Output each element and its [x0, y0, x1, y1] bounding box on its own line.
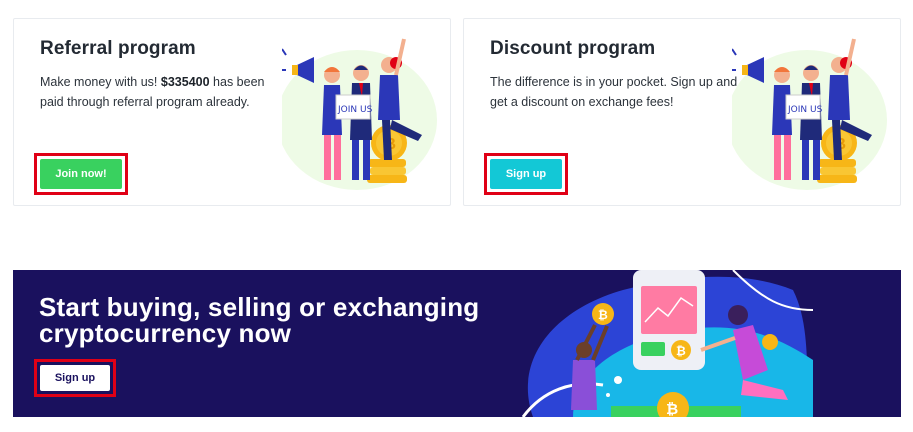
- banner-title: Start buying, selling or exchanging cryp…: [39, 292, 480, 348]
- join-now-highlight: Join now!: [34, 153, 128, 195]
- banner-sign-up-button[interactable]: Sign up: [40, 365, 110, 391]
- referral-program-description: Make money with us! $335400 has been pai…: [40, 72, 290, 112]
- svg-text:JOIN US: JOIN US: [787, 105, 823, 115]
- svg-text:₿: ₿: [598, 308, 608, 322]
- svg-text:JOIN US: JOIN US: [337, 105, 373, 115]
- referral-amount: $335400: [160, 75, 210, 89]
- discount-program-title: Discount program: [490, 38, 656, 59]
- banner-sign-up-highlight: Sign up: [34, 359, 116, 397]
- discount-sign-up-highlight: Sign up: [484, 153, 568, 195]
- join-now-button[interactable]: Join now!: [40, 159, 122, 189]
- referral-program-card: Referral program Make money with us! $33…: [13, 18, 451, 206]
- discount-program-card: Discount program The difference is in yo…: [463, 18, 901, 206]
- join-us-illustration: ₿ JOIN US: [282, 38, 437, 190]
- crypto-trading-illustration: ₿ ₿ ₿: [521, 270, 813, 417]
- discount-sign-up-button[interactable]: Sign up: [490, 159, 562, 189]
- referral-text-before: Make money with us!: [40, 75, 161, 89]
- svg-text:₿: ₿: [666, 400, 678, 417]
- join-us-illustration: ₿ JOIN US: [732, 38, 887, 190]
- referral-program-title: Referral program: [40, 38, 196, 59]
- svg-text:₿: ₿: [676, 344, 686, 358]
- crypto-cta-banner: Start buying, selling or exchanging cryp…: [13, 270, 901, 417]
- discount-program-description: The difference is in your pocket. Sign u…: [490, 75, 738, 109]
